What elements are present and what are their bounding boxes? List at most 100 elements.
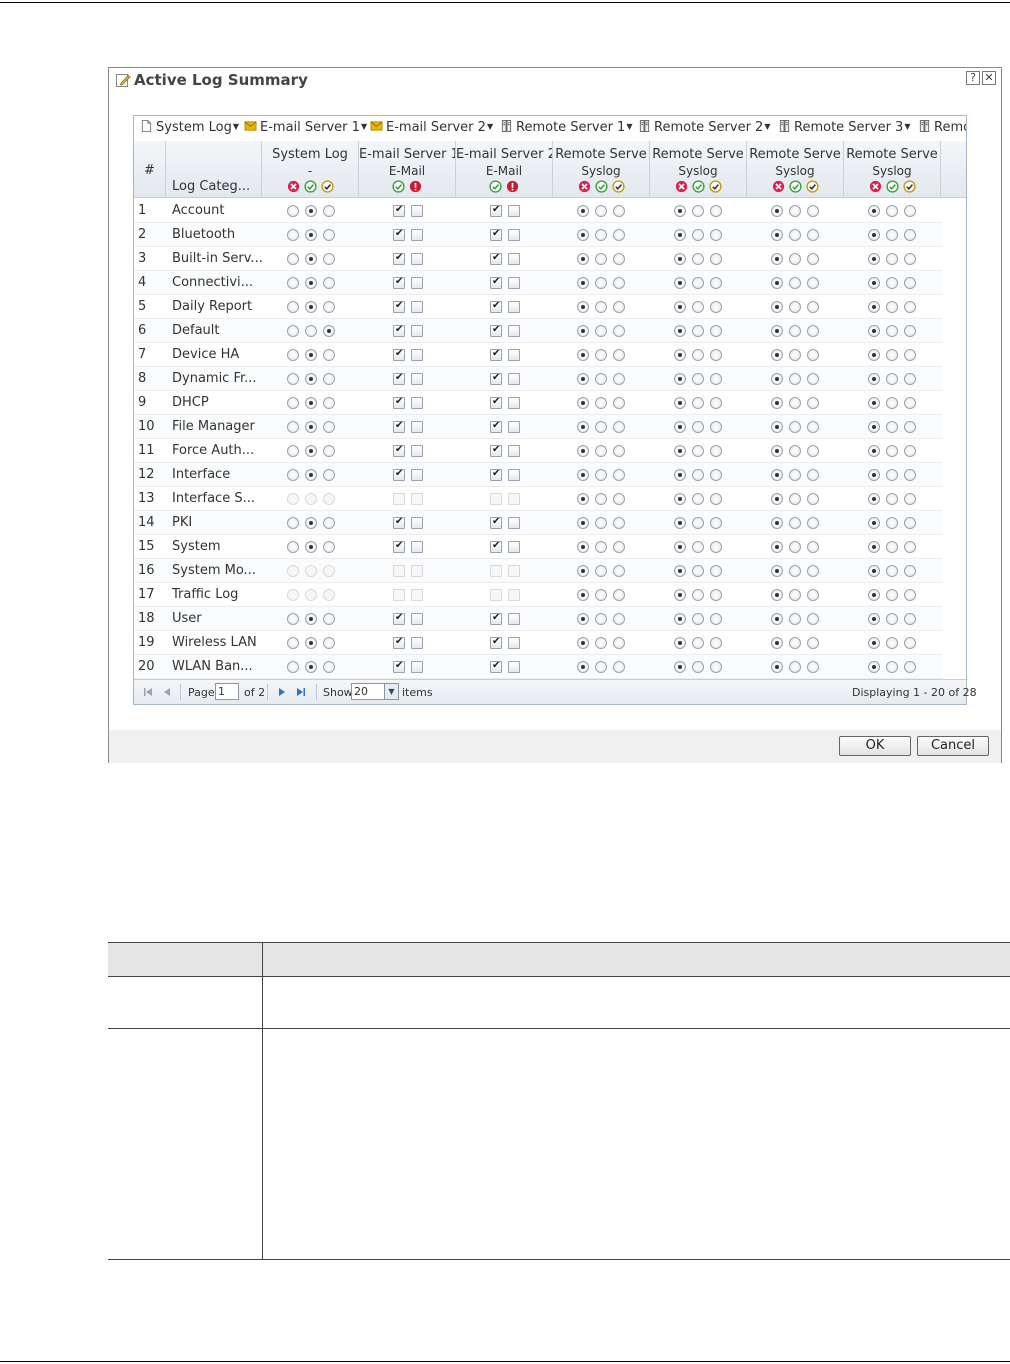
help-button[interactable]: ?: [966, 71, 980, 85]
remote-server-radio[interactable]: [807, 589, 819, 601]
system-log-radio[interactable]: [305, 421, 317, 433]
remote-server-radio[interactable]: [868, 253, 880, 265]
remote-server-radio[interactable]: [595, 421, 607, 433]
first-page-icon[interactable]: [143, 687, 153, 697]
remote-server-radio[interactable]: [577, 229, 589, 241]
remote-server-radio[interactable]: [674, 421, 686, 433]
remote-server-radio[interactable]: [710, 349, 722, 361]
email-checkbox[interactable]: [490, 396, 502, 409]
remote-server-radio[interactable]: [886, 493, 898, 505]
table-row[interactable]: 6 Default: [134, 319, 942, 343]
remote-server-radio[interactable]: [771, 541, 783, 553]
remote-server-radio[interactable]: [595, 205, 607, 217]
alert-checkbox[interactable]: [508, 661, 520, 673]
remote-server-radio[interactable]: [674, 517, 686, 529]
enable-debug-icon[interactable]: [611, 180, 625, 193]
email-checkbox[interactable]: [490, 324, 502, 337]
system-log-radio[interactable]: [323, 205, 335, 217]
system-log-radio[interactable]: [287, 277, 299, 289]
remote-server-radio[interactable]: [807, 565, 819, 577]
email-checkbox[interactable]: [490, 540, 502, 553]
remote-server-radio[interactable]: [904, 613, 916, 625]
alert-checkbox[interactable]: [411, 205, 423, 217]
remote-server-radio[interactable]: [595, 301, 607, 313]
system-log-radio[interactable]: [287, 421, 299, 433]
email-checkbox[interactable]: [393, 324, 405, 337]
remote-server-radio[interactable]: [789, 493, 801, 505]
remote-server-radio[interactable]: [904, 445, 916, 457]
table-row[interactable]: 13 Interface S...: [134, 487, 942, 511]
remote-server-radio[interactable]: [868, 397, 880, 409]
remote-server-radio[interactable]: [692, 661, 704, 673]
remote-server-radio[interactable]: [868, 349, 880, 361]
remote-server-radio[interactable]: [789, 397, 801, 409]
remote-server-radio[interactable]: [595, 325, 607, 337]
remote-server-radio[interactable]: [771, 517, 783, 529]
system-log-radio[interactable]: [305, 229, 317, 241]
email-checkbox[interactable]: [393, 396, 405, 409]
table-row[interactable]: 17 Traffic Log: [134, 583, 942, 607]
table-row[interactable]: 2 Bluetooth: [134, 223, 942, 247]
remote-server-radio[interactable]: [868, 277, 880, 289]
remote-server-radio[interactable]: [807, 397, 819, 409]
enable-icon[interactable]: [594, 180, 608, 193]
remote-server-radio[interactable]: [692, 325, 704, 337]
system-log-radio[interactable]: [323, 541, 335, 553]
remote-server-radio[interactable]: [868, 517, 880, 529]
toolbar-filter-2[interactable]: E-mail Server 1▼: [244, 120, 367, 138]
disable-icon[interactable]: [287, 180, 300, 193]
remote-server-radio[interactable]: [904, 541, 916, 553]
remote-server-radio[interactable]: [807, 493, 819, 505]
remote-server-radio[interactable]: [577, 253, 589, 265]
header-column-1[interactable]: System Log -: [262, 141, 359, 198]
remote-server-radio[interactable]: [674, 325, 686, 337]
remote-server-radio[interactable]: [577, 325, 589, 337]
remote-server-radio[interactable]: [886, 253, 898, 265]
remote-server-radio[interactable]: [789, 301, 801, 313]
remote-server-radio[interactable]: [886, 325, 898, 337]
table-row[interactable]: 16 System Mo...: [134, 559, 942, 583]
toolbar-filter-1[interactable]: System Log▼: [140, 120, 239, 138]
remote-server-radio[interactable]: [710, 565, 722, 577]
remote-server-radio[interactable]: [595, 469, 607, 481]
remote-server-radio[interactable]: [886, 541, 898, 553]
remote-server-radio[interactable]: [613, 565, 625, 577]
remote-server-radio[interactable]: [692, 229, 704, 241]
ok-button[interactable]: OK: [839, 736, 911, 756]
dropdown-arrow-icon[interactable]: ▼: [233, 122, 239, 131]
remote-server-radio[interactable]: [595, 253, 607, 265]
remote-server-radio[interactable]: [904, 397, 916, 409]
remote-server-radio[interactable]: [807, 613, 819, 625]
remote-server-radio[interactable]: [868, 589, 880, 601]
remote-server-radio[interactable]: [674, 373, 686, 385]
table-row[interactable]: 9 DHCP: [134, 391, 942, 415]
remote-server-radio[interactable]: [807, 253, 819, 265]
remote-server-radio[interactable]: [692, 469, 704, 481]
remote-server-radio[interactable]: [771, 229, 783, 241]
remote-server-radio[interactable]: [710, 637, 722, 649]
email-checkbox[interactable]: [393, 516, 405, 529]
system-log-radio[interactable]: [323, 469, 335, 481]
disable-icon[interactable]: [578, 180, 591, 193]
table-row[interactable]: 8 Dynamic Fr...: [134, 367, 942, 391]
remote-server-radio[interactable]: [904, 277, 916, 289]
remote-server-radio[interactable]: [771, 301, 783, 313]
system-log-radio[interactable]: [305, 253, 317, 265]
table-row[interactable]: 4 Connectivi...: [134, 271, 942, 295]
alert-checkbox[interactable]: [508, 253, 520, 265]
table-row[interactable]: 7 Device HA: [134, 343, 942, 367]
remote-server-radio[interactable]: [807, 661, 819, 673]
next-page-icon[interactable]: [277, 687, 287, 697]
table-row[interactable]: 3 Built-in Serv...: [134, 247, 942, 271]
remote-server-radio[interactable]: [789, 349, 801, 361]
remote-server-radio[interactable]: [595, 541, 607, 553]
remote-server-radio[interactable]: [771, 205, 783, 217]
remote-server-radio[interactable]: [886, 469, 898, 481]
system-log-radio[interactable]: [287, 637, 299, 649]
remote-server-radio[interactable]: [613, 301, 625, 313]
items-per-page-select[interactable]: 20 ▼: [351, 683, 399, 700]
system-log-radio[interactable]: [305, 301, 317, 313]
remote-server-radio[interactable]: [710, 277, 722, 289]
dropdown-arrow-icon[interactable]: ▼: [904, 122, 910, 131]
remote-server-radio[interactable]: [674, 253, 686, 265]
